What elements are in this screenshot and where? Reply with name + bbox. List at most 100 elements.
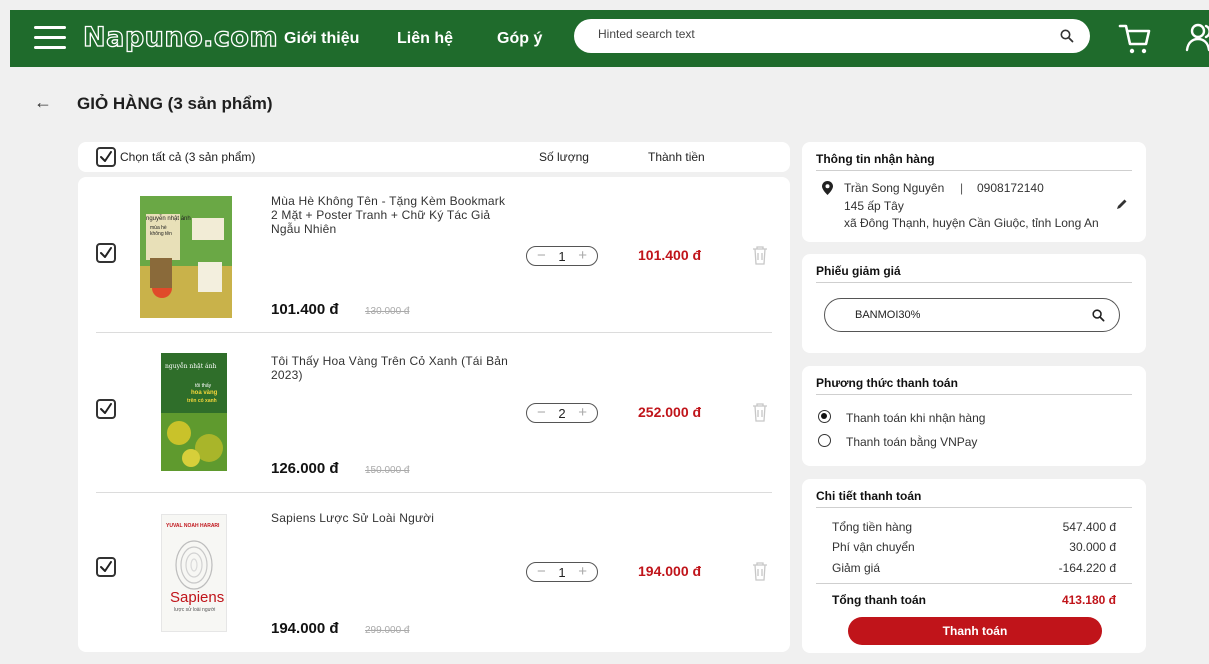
- book-cover-author: YUVAL NOAH HARARI: [166, 523, 220, 529]
- item-checkbox[interactable]: [96, 399, 116, 419]
- item-price: 101.400 đ: [271, 301, 339, 318]
- quantity-stepper: − 1 +: [526, 246, 598, 266]
- edit-pencil-icon[interactable]: [1116, 198, 1128, 210]
- divider: [816, 507, 1132, 508]
- coupon-field[interactable]: BANMOI30%: [824, 298, 1120, 332]
- divider: [816, 583, 1132, 584]
- item-name[interactable]: Tôi Thấy Hoa Vàng Trên Cỏ Xanh (Tái Bản …: [271, 354, 511, 383]
- check-icon: [100, 247, 112, 258]
- column-total: Thành tiền: [648, 150, 705, 164]
- discount-value: -164.220 đ: [1058, 561, 1116, 575]
- back-arrow-icon[interactable]: ←: [34, 92, 52, 113]
- book-cover-title: Sapiens: [170, 589, 225, 606]
- menu-icon[interactable]: [34, 26, 66, 50]
- divider: [816, 282, 1132, 283]
- discount-label: Giảm giá: [832, 561, 881, 575]
- check-icon: [100, 403, 112, 414]
- grand-total-label: Tổng thanh toán: [832, 593, 926, 607]
- item-price: 194.000 đ: [271, 620, 339, 637]
- cart-item: nguyễn nhật ánh tôi thấy hoa vàng trên c…: [78, 337, 790, 495]
- cart-icon[interactable]: [1117, 20, 1153, 56]
- coupon-panel: Phiếu giảm giá BANMOI30%: [802, 254, 1146, 353]
- subtotal-label: Tổng tiền hàng: [832, 520, 913, 534]
- select-all-checkbox[interactable]: [96, 147, 116, 167]
- address-street: 145 ấp Tây: [844, 199, 904, 213]
- book-cover-author: nguyễn nhật ánh: [165, 363, 217, 370]
- subtotal-value: 547.400 đ: [1062, 520, 1116, 534]
- trash-icon[interactable]: [752, 245, 768, 265]
- item-name[interactable]: Sapiens Lược Sử Loài Người: [271, 511, 511, 526]
- book-cover-image[interactable]: nguyễn nhật ánh mùa hè không tên: [140, 196, 232, 318]
- site-logo[interactable]: Napuno.com: [82, 21, 278, 53]
- coupon-code[interactable]: BANMOI30%: [855, 309, 920, 321]
- option-cod-label[interactable]: Thanh toán khi nhận hàng: [846, 411, 985, 425]
- payment-summary-panel: Chi tiết thanh toán Tổng tiền hàng 547.4…: [802, 479, 1146, 653]
- location-pin-icon: [822, 181, 833, 195]
- increase-button[interactable]: +: [578, 563, 587, 581]
- info-separator: |: [960, 181, 964, 195]
- top-bar: Napuno.com Giới thiệu Liên hệ Góp ý: [10, 10, 1209, 67]
- book-cover-art: [140, 196, 232, 318]
- grand-total-value: 413.180 đ: [1061, 593, 1116, 607]
- line-total: 194.000 đ: [638, 563, 702, 579]
- summary-title: Chi tiết thanh toán: [816, 489, 922, 503]
- column-quantity: Số lượng: [539, 150, 589, 164]
- divider: [816, 394, 1132, 395]
- radio-vnpay[interactable]: [818, 434, 831, 447]
- search-icon[interactable]: [1092, 309, 1105, 322]
- nav-about[interactable]: Giới thiệu: [284, 30, 359, 48]
- nav-feedback[interactable]: Góp ý: [497, 30, 542, 48]
- cart-item: nguyễn nhật ánh mùa hè không tên Mùa Hè …: [78, 177, 790, 335]
- item-price: 126.000 đ: [271, 460, 339, 477]
- trash-icon[interactable]: [752, 402, 768, 422]
- book-cover-image[interactable]: YUVAL NOAH HARARI Sapiens lược sử loài n…: [161, 514, 227, 632]
- divider: [96, 492, 772, 493]
- trash-icon[interactable]: [752, 561, 768, 581]
- radio-cod[interactable]: [818, 410, 831, 423]
- shipping-fee-label: Phí vận chuyển: [832, 540, 915, 554]
- book-cover-subtitle: lược sử loài người: [174, 607, 216, 613]
- search-icon[interactable]: [1060, 29, 1074, 43]
- book-cover-title: trên cỏ xanh: [187, 398, 217, 404]
- nav-contact[interactable]: Liên hệ: [397, 30, 453, 48]
- book-cover-title: tôi thấy: [195, 383, 212, 389]
- book-cover-title: mùa hè không tên: [150, 225, 172, 237]
- recipient-name: Trần Song Nguyên: [844, 181, 945, 195]
- line-total: 252.000 đ: [638, 404, 702, 420]
- checkout-button[interactable]: Thanh toán: [848, 617, 1102, 645]
- payment-method-panel: Phương thức thanh toán Thanh toán khi nh…: [802, 366, 1146, 466]
- cart-items: nguyễn nhật ánh mùa hè không tên Mùa Hè …: [78, 177, 790, 652]
- coupon-title: Phiếu giảm giá: [816, 264, 901, 278]
- item-checkbox[interactable]: [96, 557, 116, 577]
- cart-list-header: Chọn tất cả (3 sản phẩm) Số lượng Thành …: [78, 142, 790, 172]
- item-old-price: 299.000 đ: [365, 625, 410, 636]
- recipient-phone: 0908172140: [977, 181, 1044, 195]
- page-title: GIỎ HÀNG (3 sản phẩm): [77, 94, 273, 113]
- item-name[interactable]: Mùa Hè Không Tên - Tặng Kèm Bookmark 2 M…: [271, 194, 511, 236]
- line-total: 101.400 đ: [638, 247, 702, 263]
- select-all-label: Chọn tất cả (3 sản phẩm): [120, 150, 256, 164]
- increase-button[interactable]: +: [578, 247, 587, 265]
- book-cover-art: [175, 540, 213, 590]
- shipping-fee-value: 30.000 đ: [1069, 540, 1116, 554]
- search-input[interactable]: [598, 27, 1018, 41]
- book-cover-image[interactable]: nguyễn nhật ánh tôi thấy hoa vàng trên c…: [161, 353, 227, 471]
- user-icon[interactable]: [1185, 20, 1209, 54]
- shipping-title: Thông tin nhận hàng: [816, 152, 935, 166]
- book-cover-title: hoa vàng: [191, 390, 218, 396]
- divider: [96, 332, 772, 333]
- option-vnpay-label[interactable]: Thanh toán bằng VNPay: [846, 435, 977, 449]
- book-cover-author: nguyễn nhật ánh: [146, 216, 191, 222]
- divider: [816, 170, 1132, 171]
- item-checkbox[interactable]: [96, 243, 116, 263]
- payment-title: Phương thức thanh toán: [816, 376, 958, 390]
- item-old-price: 150.000 đ: [365, 465, 410, 476]
- address-region: xã Đông Thạnh, huyện Cần Giuộc, tỉnh Lon…: [844, 216, 1099, 230]
- cart-item: YUVAL NOAH HARARI Sapiens lược sử loài n…: [78, 497, 790, 655]
- increase-button[interactable]: +: [578, 404, 587, 422]
- book-cover-art: [161, 353, 227, 471]
- check-icon: [100, 561, 112, 572]
- item-old-price: 130.000 đ: [365, 306, 410, 317]
- quantity-stepper: − 1 +: [526, 562, 598, 582]
- shipping-info-panel: Thông tin nhận hàng Trần Song Nguyên | 0…: [802, 142, 1146, 242]
